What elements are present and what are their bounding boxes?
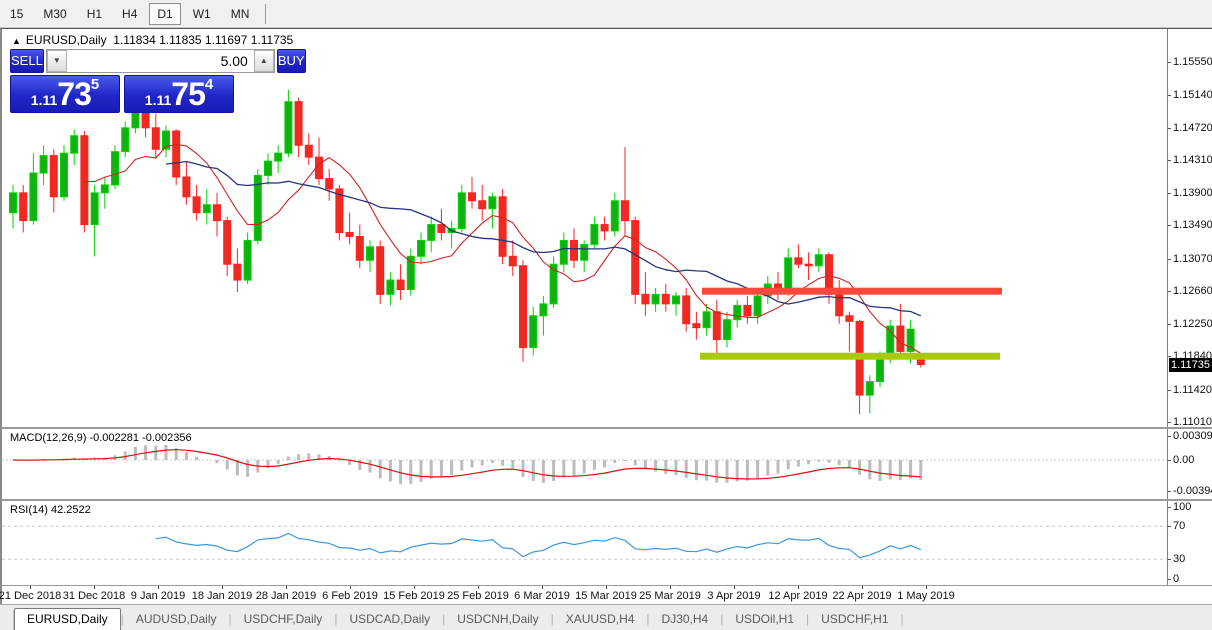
chart-tab-usdchf-8[interactable]: USDCHF,H1 xyxy=(809,609,900,630)
chart-tab-bar: EURUSD,Daily | AUDUSD,Daily | USDCHF,Daily | U… xyxy=(0,604,1212,630)
price-tick-label: 1.11420 xyxy=(1168,383,1212,396)
rsi-tick-label: 70 xyxy=(1167,520,1186,533)
timeframe-button-d1[interactable]: D1 xyxy=(149,2,181,25)
sell-price-pip: 5 xyxy=(90,76,100,93)
date-tick-label: 25 Feb 2019 xyxy=(447,590,509,602)
rsi-axis: 100 70 30 0 xyxy=(1167,501,1212,585)
date-axis[interactable]: 21 Dec 2018 31 Dec 2018 9 Jan 2019 18 Jan 2… xyxy=(0,585,1212,605)
date-tick-label: 6 Mar 2019 xyxy=(514,590,570,602)
date-tick-label: 21 Dec 2018 xyxy=(0,590,62,602)
chart-symbol-label: EURUSD,Daily xyxy=(25,33,107,47)
chart-tab-eurusd-0[interactable]: EURUSD,Daily xyxy=(14,608,121,630)
date-tick-mark xyxy=(606,586,607,589)
date-tick-label: 3 Apr 2019 xyxy=(707,590,761,602)
date-tick-mark xyxy=(926,586,927,589)
date-tick-label: 15 Mar 2019 xyxy=(575,590,637,602)
timeframe-button-w1[interactable]: W1 xyxy=(185,3,219,25)
sell-price-main: 73 xyxy=(57,76,92,112)
date-tick-mark xyxy=(862,586,863,589)
date-tick-label: 31 Dec 2018 xyxy=(62,590,126,602)
date-tick-mark xyxy=(158,586,159,589)
collapse-arrow-icon[interactable]: ▲ xyxy=(12,36,21,46)
price-tick-label: 1.14720 xyxy=(1168,121,1212,134)
price-tick-label: 1.13900 xyxy=(1168,186,1212,199)
chart-tab-dj30-6[interactable]: DJ30,H4 xyxy=(650,609,721,630)
buy-price-prefix: 1.11 xyxy=(144,92,172,108)
rsi-tick-label: 100 xyxy=(1167,501,1192,513)
volume-stepper: ▼ ▲ xyxy=(45,49,275,73)
date-tick-mark xyxy=(30,586,31,589)
chart-tab-usdcad-3[interactable]: USDCAD,Daily xyxy=(337,609,442,630)
price-tick-label: 1.15550 xyxy=(1168,56,1212,68)
tabbar-leading-spacer xyxy=(0,610,14,630)
date-tick-label: 25 Mar 2019 xyxy=(639,590,701,602)
price-chart-pane[interactable]: ▲ EURUSD,Daily 1.11834 1.11835 1.11697 1.… xyxy=(2,29,1212,428)
chart-tab-usdcnh-4[interactable]: USDCNH,Daily xyxy=(445,609,550,630)
chart-tab-xauusd-5[interactable]: XAUUSD,H4 xyxy=(554,609,647,630)
buy-price-main: 75 xyxy=(171,76,206,112)
chart-tab-audusd-1[interactable]: AUDUSD,Daily xyxy=(124,609,229,630)
date-tick-mark xyxy=(478,586,479,589)
date-tick-mark xyxy=(542,586,543,589)
sell-button[interactable]: SELL xyxy=(10,49,44,73)
tab-separator: | xyxy=(900,612,904,626)
macd-label: MACD(12,26,9) -0.002281 -0.002356 xyxy=(10,432,192,444)
price-tick-label: 1.13490 xyxy=(1168,219,1212,232)
chart-title: ▲ EURUSD,Daily 1.11834 1.11835 1.11697 1.… xyxy=(12,33,293,47)
date-tick-mark xyxy=(734,586,735,589)
chart-window: ▲ EURUSD,Daily 1.11834 1.11835 1.11697 1.… xyxy=(0,28,1212,605)
price-tick-label: 1.12660 xyxy=(1168,285,1212,298)
macd-tick-label: 0.00 xyxy=(1167,454,1195,466)
price-tick-label: 1.15140 xyxy=(1168,88,1212,101)
macd-tick-label: -0.003947 xyxy=(1168,485,1212,497)
rsi-chart xyxy=(2,525,1167,560)
chart-tab-usdoil-7[interactable]: USDOil,H1 xyxy=(723,609,806,630)
macd-axis: 0.003095 0.00 -0.003947 xyxy=(1167,429,1212,499)
timeframe-button-mn[interactable]: MN xyxy=(223,3,258,25)
rsi-tick-label: 30 xyxy=(1167,553,1186,566)
toolbar-separator xyxy=(265,3,267,24)
price-axis[interactable]: 1.15550 1.15140 1.14720 1.14310 1.13900 1.134… xyxy=(1167,29,1212,428)
date-tick-mark xyxy=(222,586,223,589)
buy-price-pip: 4 xyxy=(204,76,214,93)
current-price-tag: 1.11735 xyxy=(1169,357,1212,372)
date-tick-label: 1 May 2019 xyxy=(897,590,955,602)
chart-tab-usdchf-2[interactable]: USDCHF,Daily xyxy=(232,609,335,630)
volume-increase-button[interactable]: ▲ xyxy=(253,50,274,72)
date-tick-label: 18 Jan 2019 xyxy=(191,590,253,602)
chart-ohlc-values: 1.11834 1.11835 1.11697 1.11735 xyxy=(113,33,294,47)
date-tick-label: 15 Feb 2019 xyxy=(383,590,445,602)
rsi-pane[interactable]: RSI(14) 42.2522 100 70 30 0 xyxy=(2,499,1212,585)
date-tick-mark xyxy=(414,586,415,589)
date-tick-mark xyxy=(94,586,95,589)
date-tick-mark xyxy=(286,586,287,589)
timeframe-button-15[interactable]: 15 xyxy=(2,3,31,25)
timeframe-button-h1[interactable]: H1 xyxy=(79,3,110,25)
buy-quote-button[interactable]: 1.11 75 4 xyxy=(124,75,234,113)
one-click-trading-panel: SELL ▼ ▲ BUY 1.11735 1.11754 xyxy=(10,49,306,113)
rsi-label: RSI(14) 42.2522 xyxy=(10,504,91,516)
price-tick-label: 1.12250 xyxy=(1168,317,1212,330)
macd-tick-label: 0.003095 xyxy=(1168,430,1212,442)
sell-quote-button[interactable]: 1.11 73 5 xyxy=(10,75,120,113)
date-tick-label: 9 Jan 2019 xyxy=(130,590,186,602)
timeframe-button-h4[interactable]: H4 xyxy=(114,3,145,25)
timeframe-toolbar: 15 M30 H1 H4 D1 W1 MN xyxy=(0,0,1212,28)
volume-decrease-button[interactable]: ▼ xyxy=(46,50,67,72)
buy-button[interactable]: BUY xyxy=(276,49,306,73)
date-tick-mark xyxy=(670,586,671,589)
macd-pane[interactable]: MACD(12,26,9) -0.002281 -0.002356 0.0030… xyxy=(2,427,1212,499)
volume-input[interactable] xyxy=(66,50,254,72)
price-tick-label: 1.13070 xyxy=(1168,252,1212,265)
date-tick-mark xyxy=(350,586,351,589)
rsi-tick-label: 0 xyxy=(1167,573,1180,585)
price-tick-label: 1.14310 xyxy=(1168,154,1212,167)
date-tick-mark xyxy=(798,586,799,589)
timeframe-button-m30[interactable]: M30 xyxy=(35,3,74,25)
date-tick-label: 12 Apr 2019 xyxy=(768,590,828,602)
date-tick-label: 6 Feb 2019 xyxy=(322,590,378,602)
sell-price-prefix: 1.11 xyxy=(30,92,58,108)
date-tick-label: 28 Jan 2019 xyxy=(255,590,317,602)
date-tick-label: 22 Apr 2019 xyxy=(832,590,892,602)
